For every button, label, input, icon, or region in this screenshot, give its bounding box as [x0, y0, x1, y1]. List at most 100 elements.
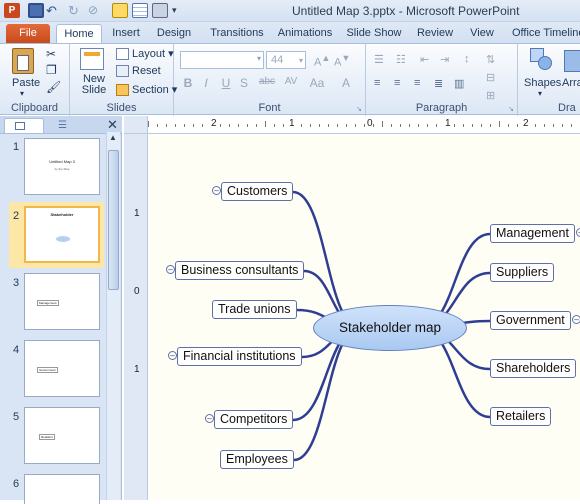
topic-node[interactable]: Employees: [220, 450, 294, 469]
font-size-dropdown[interactable]: 44 ▾: [266, 51, 306, 69]
ruler-tick: [247, 124, 248, 127]
collapse-toggle-icon[interactable]: –: [166, 265, 175, 274]
reset-icon: [116, 65, 129, 78]
align-text-icon[interactable]: ⊟: [486, 71, 495, 84]
tab-file[interactable]: File: [6, 24, 50, 43]
topic-node[interactable]: Shareholders: [490, 359, 577, 378]
new-slide-button[interactable]: New Slide: [78, 74, 110, 96]
numbering-icon[interactable]: ☷: [396, 53, 406, 66]
topic-node[interactable]: Government: [490, 311, 571, 330]
smartart-icon[interactable]: ⊞: [486, 89, 495, 102]
slides-tab[interactable]: [4, 118, 44, 133]
scrollbar-thumb[interactable]: [108, 150, 119, 290]
character-spacing-button[interactable]: AV: [280, 76, 302, 87]
tab-insert[interactable]: Insert: [106, 24, 146, 43]
tab-home[interactable]: Home: [56, 24, 102, 43]
columns-icon[interactable]: ▥: [454, 77, 464, 90]
ruler-label: 2: [523, 118, 529, 129]
slide-thumbnail-5[interactable]: Retailers: [24, 407, 100, 464]
paste-icon[interactable]: [12, 48, 34, 74]
central-topic[interactable]: Stakeholder map: [313, 305, 467, 351]
slide-thumbnail-1[interactable]: Untitled Map 3 by the Map: [24, 138, 100, 195]
topic-node[interactable]: Financial institutions: [177, 347, 302, 366]
customize-toolbar-icon[interactable]: ▾: [172, 3, 188, 18]
topic-node[interactable]: Suppliers: [490, 263, 555, 282]
font-color-button[interactable]: A: [338, 76, 354, 90]
topic-node[interactable]: Management: [490, 224, 575, 243]
print-icon[interactable]: [152, 3, 168, 18]
scroll-up-icon[interactable]: ▲: [109, 133, 117, 142]
tab-design[interactable]: Design: [152, 24, 196, 43]
align-center-icon[interactable]: ≡: [394, 77, 400, 89]
bullets-icon[interactable]: ☰: [374, 53, 384, 66]
arrange-button[interactable]: Arra: [562, 77, 580, 89]
ruler-tick: [337, 124, 338, 127]
topic-node[interactable]: Trade unions: [212, 300, 297, 319]
increase-indent-icon[interactable]: ⇥: [440, 53, 449, 66]
justify-icon[interactable]: ≣: [434, 77, 443, 90]
ruler-label: 1: [445, 118, 451, 129]
redo-icon[interactable]: ↻: [68, 3, 84, 18]
topic-node[interactable]: Business consultants: [175, 261, 305, 280]
shrink-font-icon[interactable]: A▼: [334, 53, 350, 69]
arrange-icon[interactable]: [564, 50, 580, 72]
topic-node[interactable]: Competitors: [214, 410, 294, 429]
collapse-toggle-icon[interactable]: –: [205, 414, 214, 423]
close-pane-icon[interactable]: ✕: [107, 117, 118, 133]
slide-thumbnail-2[interactable]: Stakeholder: [24, 206, 100, 263]
tab-review[interactable]: Review: [414, 24, 456, 43]
slide[interactable]: Stakeholder map Customers – Business consu…: [148, 134, 580, 500]
ruler-tick: [544, 124, 545, 127]
topic-node[interactable]: Retailers: [490, 407, 552, 426]
undo-icon[interactable]: ↶: [46, 3, 62, 18]
layout-button[interactable]: Layout ▾: [116, 47, 174, 61]
bold-button[interactable]: B: [180, 76, 196, 90]
copy-icon[interactable]: ❐: [46, 63, 57, 77]
slide-canvas[interactable]: Stakeholder map Customers – Business consu…: [148, 134, 580, 500]
font-name-dropdown[interactable]: ▾: [180, 51, 264, 69]
change-case-button[interactable]: Aa: [306, 76, 328, 90]
ruler-tick: [166, 124, 167, 127]
dialog-launcher-icon[interactable]: ↘: [356, 105, 362, 113]
thumbnail-scrollbar[interactable]: ▲: [106, 132, 120, 500]
align-left-icon[interactable]: ≡: [374, 77, 380, 89]
italic-button[interactable]: I: [198, 76, 214, 90]
tab-animations[interactable]: Animations: [274, 24, 336, 43]
collapse-toggle-icon[interactable]: –: [212, 186, 221, 195]
line-spacing-icon[interactable]: ↕: [464, 53, 470, 65]
decrease-indent-icon[interactable]: ⇤: [420, 53, 429, 66]
tab-view[interactable]: View: [464, 24, 500, 43]
paste-button[interactable]: Paste: [12, 77, 40, 89]
align-right-icon[interactable]: ≡: [414, 77, 420, 89]
shapes-button[interactable]: Shapes: [524, 77, 561, 89]
dialog-launcher-icon[interactable]: ↘: [508, 105, 514, 113]
tab-transitions[interactable]: Transitions: [206, 24, 268, 43]
shapes-dropdown-icon[interactable]: ▾: [538, 89, 542, 98]
shapes-icon[interactable]: [530, 48, 554, 72]
format-painter-icon[interactable]: 🖌: [46, 80, 61, 94]
tab-office-timeline[interactable]: Office Timeline: [512, 24, 580, 43]
grow-font-icon[interactable]: A▲: [314, 53, 330, 69]
no-icon[interactable]: ⊘: [88, 3, 104, 18]
section-button[interactable]: Section ▾: [116, 83, 177, 97]
save-icon[interactable]: [28, 3, 44, 18]
new-slide-icon[interactable]: [80, 48, 104, 70]
table-icon[interactable]: [132, 3, 148, 18]
topic-node[interactable]: Customers: [221, 182, 294, 201]
screenshot-icon[interactable]: [112, 3, 128, 18]
reset-button[interactable]: Reset: [116, 65, 161, 78]
collapse-toggle-icon[interactable]: –: [576, 228, 580, 237]
tab-slide-show[interactable]: Slide Show: [344, 24, 404, 43]
paragraph-group: ☰ ☷ ⇤ ⇥ ↕ ≡ ≡ ≡ ≣ ▥ ⇅ ⊟ ⊞ Paragraph ↘: [366, 44, 518, 116]
strikethrough-button[interactable]: abc: [256, 76, 278, 87]
slide-thumbnail-3[interactable]: Management: [24, 273, 100, 330]
outline-tab[interactable]: ☰: [48, 118, 84, 133]
slide-thumbnail-4[interactable]: Government: [24, 340, 100, 397]
underline-button[interactable]: U: [218, 76, 234, 90]
collapse-toggle-icon[interactable]: –: [168, 351, 177, 360]
cut-icon[interactable]: ✂: [46, 47, 56, 61]
text-direction-icon[interactable]: ⇅: [486, 53, 495, 66]
collapse-toggle-icon[interactable]: –: [572, 315, 580, 324]
paste-dropdown-icon[interactable]: ▾: [20, 89, 24, 98]
shadow-button[interactable]: S: [236, 76, 252, 90]
